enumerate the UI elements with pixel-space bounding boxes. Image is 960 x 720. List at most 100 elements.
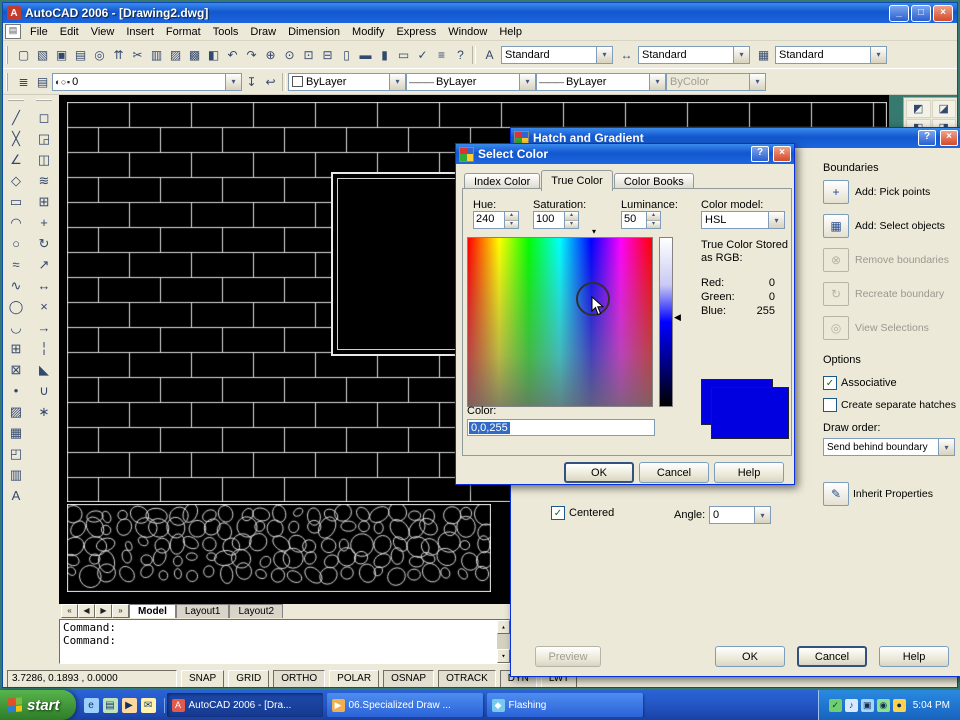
select-color-help-icon[interactable]: ? bbox=[751, 146, 769, 162]
dim-style-combo[interactable]: Standard ▾ bbox=[638, 45, 750, 64]
create-separate-hatches-checkbox[interactable]: ✓ bbox=[823, 398, 837, 412]
dim-style-icon[interactable]: ↔ bbox=[617, 45, 636, 64]
stretch-icon[interactable]: ↔ bbox=[33, 275, 56, 296]
spline-icon[interactable]: ∿ bbox=[5, 275, 28, 296]
toggle-polar[interactable]: POLAR bbox=[329, 670, 380, 687]
menu-file[interactable]: File bbox=[24, 25, 54, 39]
menu-window[interactable]: Window bbox=[442, 25, 493, 39]
pick-points-icon[interactable]: + bbox=[823, 180, 849, 204]
make-block-icon[interactable]: ⊠ bbox=[5, 359, 28, 380]
zoom-window-icon[interactable]: ⊡ bbox=[299, 45, 318, 64]
hatch-icon[interactable]: ▨ bbox=[5, 401, 28, 422]
title-bar[interactable]: A AutoCAD 2006 - [Drawing2.dwg] _ □ × bbox=[3, 3, 957, 23]
table-style-icon[interactable]: ▦ bbox=[754, 45, 773, 64]
rectangle-icon[interactable]: ▭ bbox=[5, 191, 28, 212]
mirror-icon[interactable]: ◫ bbox=[33, 149, 56, 170]
sheet-set-manager-icon[interactable]: ▭ bbox=[394, 45, 413, 64]
menu-modify[interactable]: Modify bbox=[346, 25, 390, 39]
add-pick-points-button[interactable]: + Add: Pick points bbox=[823, 180, 949, 204]
break-icon[interactable]: ╎ bbox=[33, 338, 56, 359]
layer-previous-icon[interactable]: ↩ bbox=[261, 72, 280, 91]
paste-icon[interactable]: ▨ bbox=[166, 45, 185, 64]
match-properties-icon[interactable]: ▩ bbox=[185, 45, 204, 64]
toolbar-grip[interactable] bbox=[6, 45, 11, 64]
construction-line-icon[interactable]: ╳ bbox=[5, 128, 28, 149]
antivirus-icon[interactable]: ✓ bbox=[828, 698, 842, 712]
plot-icon[interactable]: ▤ bbox=[71, 45, 90, 64]
hatch-help-button[interactable]: ? bbox=[918, 130, 936, 146]
update-icon[interactable]: ● bbox=[892, 698, 906, 712]
quickcalc-icon[interactable]: ≡ bbox=[432, 45, 451, 64]
ellipse-arc-icon[interactable]: ◡ bbox=[5, 317, 28, 338]
spin-down-icon[interactable]: ▾ bbox=[565, 219, 578, 228]
dropdown-arrow-icon[interactable]: ▾ bbox=[519, 73, 535, 90]
markup-set-manager-icon[interactable]: ✓ bbox=[413, 45, 432, 64]
region-icon[interactable]: ◰ bbox=[5, 443, 28, 464]
menu-view[interactable]: View bbox=[85, 25, 121, 39]
redo-icon[interactable]: ↷ bbox=[242, 45, 261, 64]
scale-icon[interactable]: ↗ bbox=[33, 254, 56, 275]
table-style-combo[interactable]: Standard ▾ bbox=[775, 45, 887, 64]
task-specialized-draw[interactable]: ▶ 06.Specialized Draw ... bbox=[326, 693, 483, 717]
hatch-ok-button[interactable]: OK bbox=[715, 646, 785, 667]
menu-format[interactable]: Format bbox=[160, 25, 207, 39]
fillet-icon[interactable]: ∪ bbox=[33, 380, 56, 401]
open-icon[interactable]: ▧ bbox=[33, 45, 52, 64]
spin-up-icon[interactable]: ▴ bbox=[647, 212, 660, 220]
offset-icon[interactable]: ≋ bbox=[33, 170, 56, 191]
luminance-spinner[interactable]: 50 ▴ ▾ bbox=[621, 211, 661, 229]
tab-layout2[interactable]: Layout2 bbox=[229, 604, 284, 618]
hatch-help-button-bottom[interactable]: Help bbox=[879, 646, 949, 667]
toggle-snap[interactable]: SNAP bbox=[181, 670, 225, 687]
publish-icon[interactable]: ⇈ bbox=[109, 45, 128, 64]
gradient-icon[interactable]: ▦ bbox=[5, 422, 28, 443]
spin-up-icon[interactable]: ▴ bbox=[565, 212, 578, 220]
prev-layout-button[interactable]: ◀ bbox=[78, 604, 95, 618]
dropdown-arrow-icon[interactable]: ▾ bbox=[768, 212, 784, 228]
last-layout-button[interactable]: » bbox=[112, 604, 129, 618]
draw-order-bring-to-front-icon[interactable]: ◩ bbox=[906, 100, 931, 118]
cut-icon[interactable]: ✂ bbox=[128, 45, 147, 64]
inherit-properties-icon[interactable]: ✎ bbox=[823, 482, 849, 506]
toggle-osnap[interactable]: OSNAP bbox=[383, 670, 435, 687]
dropdown-arrow-icon[interactable]: ▾ bbox=[754, 507, 770, 523]
command-scrollbar[interactable]: ▴ ▾ bbox=[497, 620, 510, 663]
scroll-down-icon[interactable]: ▾ bbox=[497, 649, 510, 663]
spin-down-icon[interactable]: ▾ bbox=[505, 219, 518, 228]
tab-model[interactable]: Model bbox=[129, 604, 176, 618]
hue-spinner[interactable]: 240 ▴ ▾ bbox=[473, 211, 519, 229]
color-model-combo[interactable]: HSL ▾ bbox=[701, 211, 785, 229]
move-icon[interactable]: + bbox=[33, 212, 56, 233]
copy-object-icon[interactable]: ◲ bbox=[33, 128, 56, 149]
draw-order-combo[interactable]: Send behind boundary ▾ bbox=[823, 438, 955, 456]
luminance-slider[interactable] bbox=[659, 237, 673, 407]
dropdown-arrow-icon[interactable]: ▾ bbox=[225, 73, 241, 90]
dropdown-arrow-icon[interactable]: ▾ bbox=[596, 46, 612, 63]
explode-icon[interactable]: ∗ bbox=[33, 401, 56, 422]
text-style-icon[interactable]: A bbox=[480, 45, 499, 64]
erase-icon[interactable]: ◻ bbox=[33, 107, 56, 128]
task-flashing[interactable]: ◆ Flashing bbox=[486, 693, 643, 717]
plot-preview-icon[interactable]: ◎ bbox=[90, 45, 109, 64]
toolbar-grip[interactable] bbox=[8, 99, 24, 105]
save-icon[interactable]: ▣ bbox=[52, 45, 71, 64]
dropdown-arrow-icon[interactable]: ▾ bbox=[389, 73, 405, 90]
draw-order-send-to-back-icon[interactable]: ◪ bbox=[931, 100, 956, 118]
new-icon[interactable]: ▢ bbox=[14, 45, 33, 64]
command-prompt[interactable]: Command: bbox=[63, 634, 496, 647]
spin-down-icon[interactable]: ▾ bbox=[647, 219, 660, 228]
polygon-icon[interactable]: ◇ bbox=[5, 170, 28, 191]
toggle-grid[interactable]: GRID bbox=[228, 670, 270, 687]
toolbar-grip[interactable] bbox=[6, 72, 11, 91]
toggle-otrack[interactable]: OTRACK bbox=[438, 670, 496, 687]
arc-icon[interactable]: ◠ bbox=[5, 212, 28, 233]
select-color-help-button[interactable]: Help bbox=[714, 462, 784, 483]
angle-combo[interactable]: 0 ▾ bbox=[709, 506, 771, 524]
zoom-realtime-icon[interactable]: ⊙ bbox=[280, 45, 299, 64]
task-autocad[interactable]: A AutoCAD 2006 - [Dra... bbox=[166, 693, 323, 717]
revision-cloud-icon[interactable]: ≈ bbox=[5, 254, 28, 275]
internet-explorer-icon[interactable]: e bbox=[83, 697, 99, 713]
tool-palettes-icon[interactable]: ▮ bbox=[375, 45, 394, 64]
color-combo[interactable]: ByLayer ▾ bbox=[288, 72, 406, 91]
select-color-ok-button[interactable]: OK bbox=[564, 462, 634, 483]
